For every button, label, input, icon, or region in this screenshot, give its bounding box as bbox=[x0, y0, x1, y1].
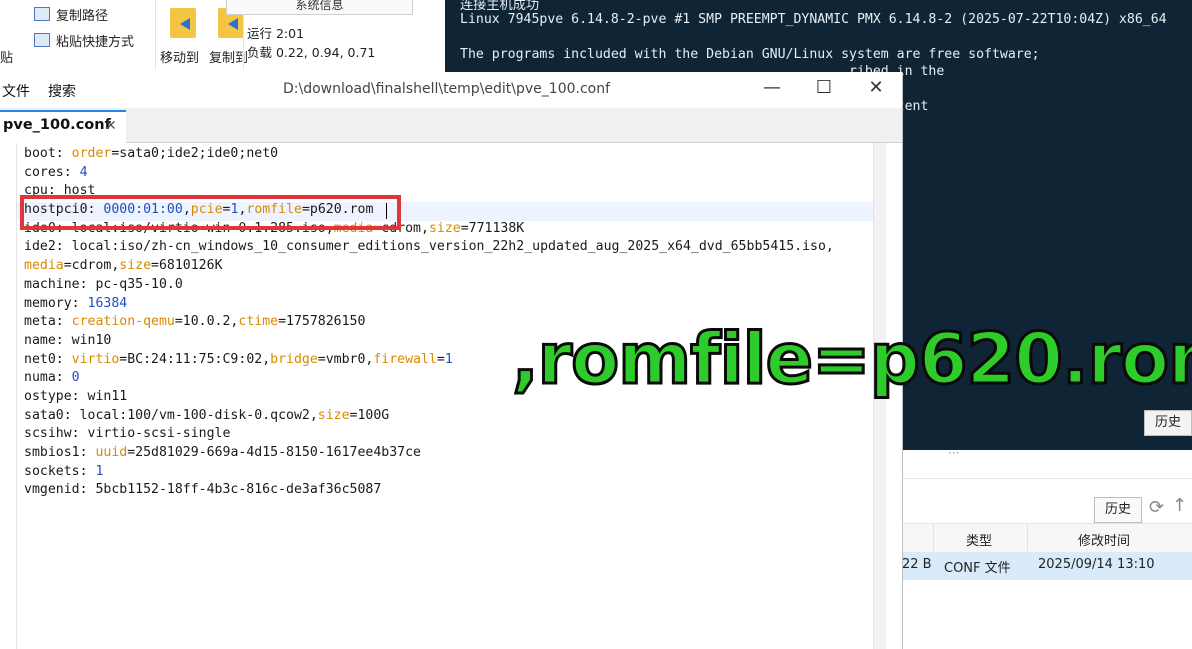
option-key: firewall bbox=[373, 351, 437, 367]
line-gutter bbox=[0, 143, 17, 649]
maximize-button[interactable]: ☐ bbox=[804, 74, 844, 102]
code-text: =100G bbox=[349, 407, 390, 423]
code-line: boot: order=sata0;ide2;ide0;net0 bbox=[24, 145, 874, 164]
file-modified: 2025/09/14 13:10 bbox=[1038, 557, 1155, 572]
load-text: 负载 0.22, 0.94, 0.71 bbox=[247, 45, 376, 60]
code-text: vmgenid: 5bcb1152-18ff-4b3c-816c-de3af36… bbox=[24, 482, 382, 498]
menu-file[interactable]: 文件 bbox=[2, 81, 30, 101]
panel-divider bbox=[900, 478, 1192, 479]
file-size: 22 B bbox=[902, 557, 932, 572]
tab-label: pve_100.conf bbox=[3, 117, 111, 133]
code-text: name: win10 bbox=[24, 332, 112, 348]
column-header-type[interactable]: 类型 bbox=[966, 530, 992, 549]
terminal-history-button[interactable]: 历史 bbox=[1144, 410, 1192, 436]
number-value: 4 bbox=[79, 164, 88, 180]
file-path-title: D:\download\finalshell\temp\edit\pve_100… bbox=[283, 81, 611, 97]
up-arrow-icon[interactable]: ↑ bbox=[1172, 495, 1187, 516]
code-text: = bbox=[436, 351, 445, 367]
code-text: =BC:24:11:75:C9:02, bbox=[119, 351, 271, 367]
code-text: sata0: local:100/vm-100-disk-0.qcow2, bbox=[24, 407, 318, 423]
code-text: machine: pc-q35-10.0 bbox=[24, 276, 183, 292]
number-value: 16384 bbox=[87, 295, 128, 311]
overlay-caption: ,romfile=p620.rom bbox=[510, 317, 1192, 402]
code-text: cores: bbox=[24, 164, 80, 180]
code-text: smbios1: bbox=[24, 445, 96, 460]
sysinfo-button[interactable]: 系统信息 bbox=[226, 0, 413, 15]
code-line: smbios1: uuid=25d81029-669a-4d15-8150-16… bbox=[24, 444, 874, 463]
panel-resize-handle[interactable]: ··· bbox=[948, 446, 959, 460]
code-line: ide2: local:iso/zh-cn_windows_10_consume… bbox=[24, 238, 874, 257]
code-line: media=cdrom,size=6810126K bbox=[24, 257, 874, 276]
option-key: uuid bbox=[95, 445, 128, 460]
column-header-modified[interactable]: 修改时间 bbox=[1078, 530, 1130, 549]
code-line: sata0: local:100/vm-100-disk-0.qcow2,siz… bbox=[24, 407, 874, 426]
move-to-button[interactable]: 移动到 bbox=[160, 47, 199, 66]
file-type: CONF 文件 bbox=[944, 561, 1011, 576]
option-key: size bbox=[119, 258, 152, 274]
code-line: machine: pc-q35-10.0 bbox=[24, 276, 874, 295]
option-key: virtio bbox=[71, 351, 120, 367]
number-value: 1 bbox=[444, 351, 453, 367]
code-text: ide2: local:iso/zh-cn_windows_10_consume… bbox=[24, 239, 834, 255]
number-value: 0 bbox=[71, 370, 80, 386]
number-value: 1 bbox=[95, 463, 104, 479]
code-line: memory: 16384 bbox=[24, 295, 874, 314]
paste-button[interactable]: 贴 bbox=[0, 47, 13, 66]
terminal-line: The programs included with the Debian GN… bbox=[460, 46, 1040, 62]
code-text: memory: bbox=[24, 295, 88, 311]
code-text: =25d81029-669a-4d15-8150-1617ee4b37ce bbox=[127, 445, 421, 460]
code-text: =vmbr0, bbox=[317, 351, 374, 367]
copy-path-button[interactable]: 复制路径 bbox=[56, 5, 108, 24]
paste-shortcut-icon bbox=[34, 33, 50, 47]
code-line: vmgenid: 5bcb1152-18ff-4b3c-816c-de3af36… bbox=[24, 481, 874, 500]
header-divider bbox=[1027, 523, 1028, 551]
code-text: sockets: bbox=[24, 463, 96, 479]
copy-path-icon bbox=[34, 7, 50, 21]
option-key: bridge bbox=[270, 351, 318, 367]
code-text: scsihw: virtio-scsi-single bbox=[24, 426, 231, 442]
uptime-text: 运行 2:01 bbox=[247, 26, 305, 41]
option-key: creation-qemu bbox=[71, 314, 175, 330]
code-text: =6810126K bbox=[151, 258, 223, 274]
file-history-button[interactable]: 历史 bbox=[1094, 497, 1142, 523]
move-to-folder-icon bbox=[170, 8, 196, 38]
code-text: =sata0;ide2;ide0;net0 bbox=[111, 146, 279, 161]
refresh-icon[interactable]: ⟳ bbox=[1149, 497, 1164, 518]
code-text: ostype: win11 bbox=[24, 388, 128, 404]
ribbon-divider bbox=[155, 0, 156, 70]
code-text: meta: bbox=[24, 314, 72, 330]
code-text: =10.0.2, bbox=[174, 314, 239, 330]
code-line: cores: 4 bbox=[24, 164, 874, 183]
terminal-line: Linux 7945pve 6.14.8-2-pve #1 SMP PREEMP… bbox=[460, 11, 1167, 27]
terminal-line: 连接主机成功 bbox=[460, 0, 540, 13]
tab-close-icon[interactable]: ✕ bbox=[105, 118, 117, 134]
minimize-button[interactable]: — bbox=[752, 74, 792, 102]
close-button[interactable]: ✕ bbox=[856, 74, 896, 102]
code-text: =1757826150 bbox=[278, 314, 366, 330]
code-text: boot: bbox=[24, 146, 72, 161]
tab-bar bbox=[0, 108, 902, 143]
code-text: numa: bbox=[24, 370, 72, 386]
paste-shortcut-button[interactable]: 粘贴快捷方式 bbox=[56, 31, 134, 50]
code-text: net0: bbox=[24, 351, 72, 367]
code-line: sockets: 1 bbox=[24, 463, 874, 482]
file-list-header bbox=[900, 523, 1192, 553]
option-key: order bbox=[71, 146, 112, 161]
menu-search[interactable]: 搜索 bbox=[48, 81, 76, 101]
code-line: scsihw: virtio-scsi-single bbox=[24, 425, 874, 444]
option-key: size bbox=[317, 407, 350, 423]
code-text: =771138K bbox=[460, 220, 525, 236]
option-key: ctime bbox=[238, 314, 279, 330]
annotation-highlight-box bbox=[20, 195, 401, 230]
header-divider bbox=[933, 523, 934, 551]
code-text: =cdrom, bbox=[63, 258, 120, 274]
option-key: size bbox=[428, 220, 461, 236]
option-key: media bbox=[24, 258, 64, 274]
